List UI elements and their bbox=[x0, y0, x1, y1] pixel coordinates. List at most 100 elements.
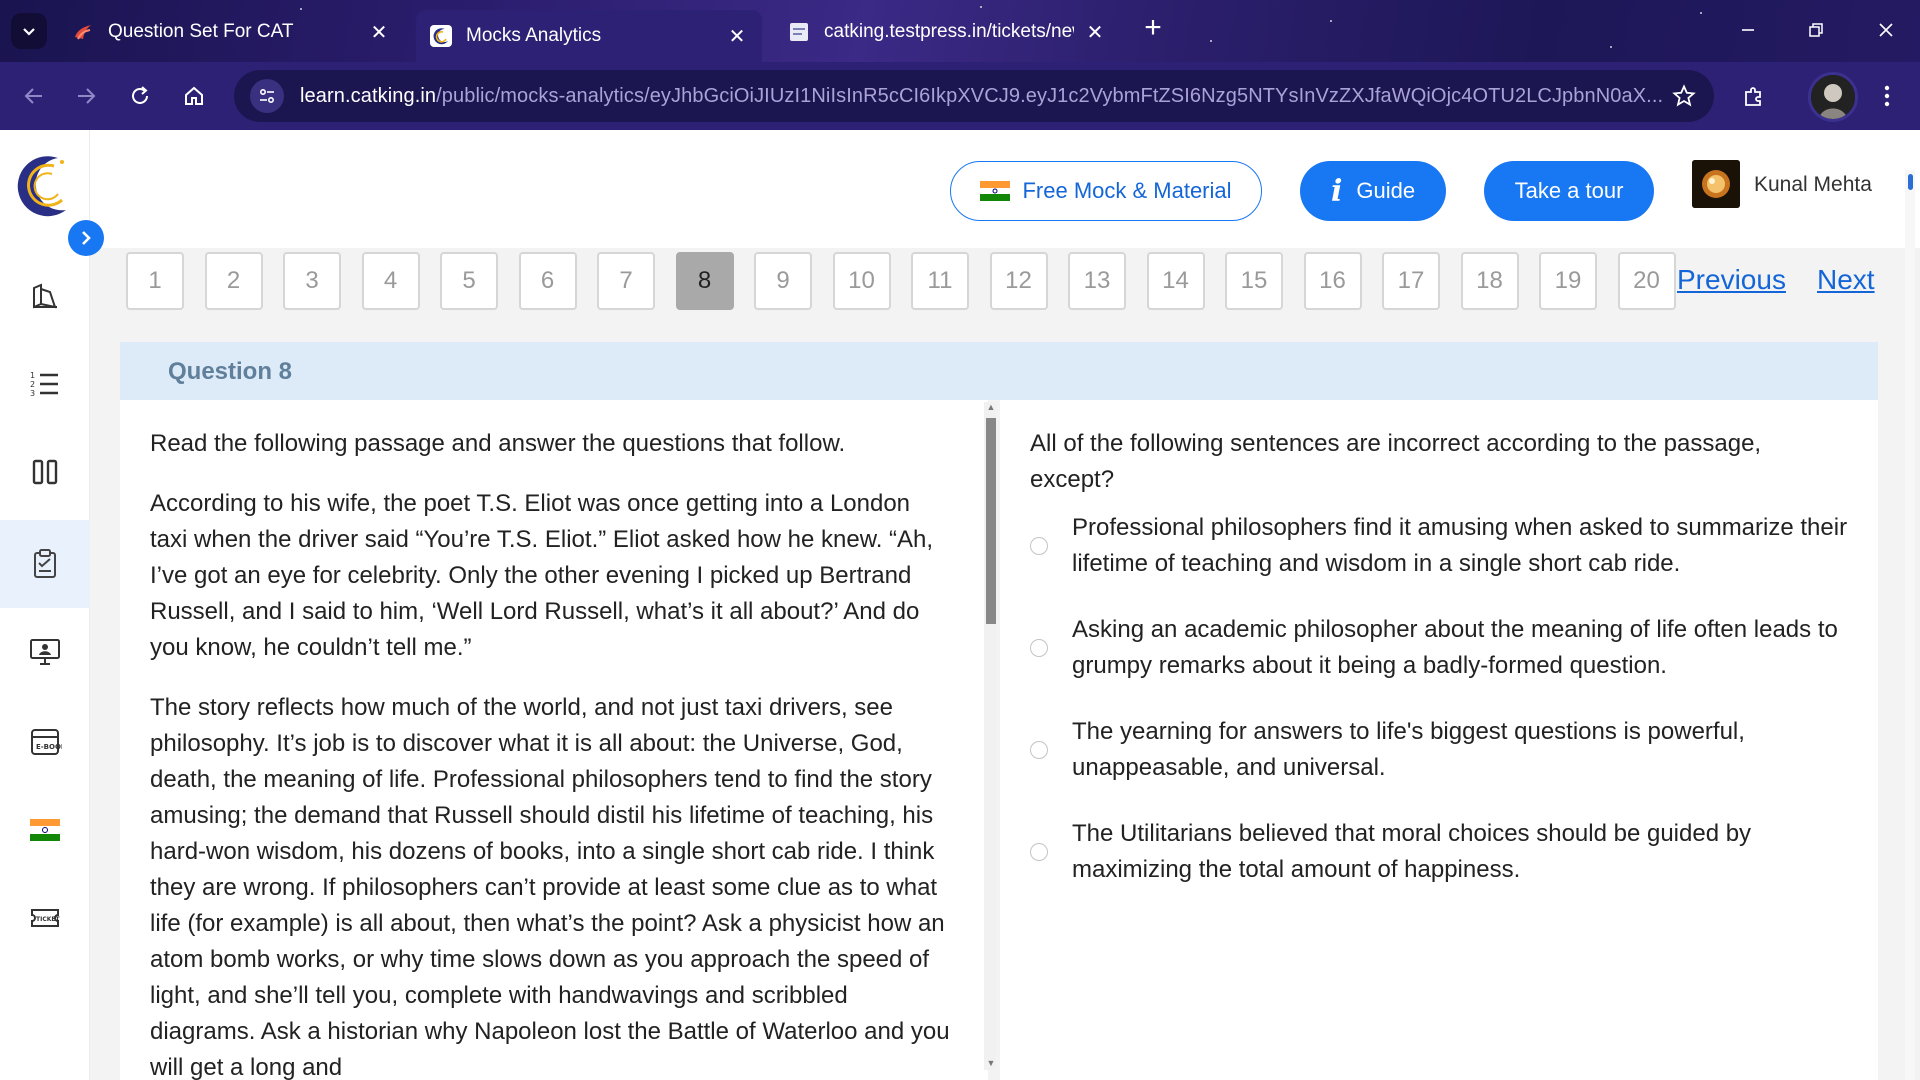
sidebar-item-columns[interactable] bbox=[0, 428, 90, 516]
home-icon bbox=[185, 86, 203, 105]
passage-pane[interactable]: Read the following passage and answer th… bbox=[120, 400, 988, 1080]
tab-title: Question Set For CAT bbox=[108, 21, 294, 42]
question-number-button[interactable]: 16 bbox=[1303, 252, 1362, 310]
sidebar: 123 E-BOOK TICKET bbox=[0, 130, 90, 1080]
restore-button[interactable] bbox=[1794, 10, 1838, 50]
option-text: Asking an academic philosopher about the… bbox=[1072, 616, 1838, 679]
address-bar[interactable]: learn.catking.in/public/mocks-analytics/… bbox=[234, 70, 1714, 122]
radio-button[interactable] bbox=[1030, 741, 1048, 759]
tab-question-set[interactable]: Question Set For CAT ✕ bbox=[58, 10, 404, 54]
home-button[interactable] bbox=[172, 74, 216, 118]
browser-menu-button[interactable] bbox=[1872, 74, 1902, 118]
main-content: Free Mock & Material i Guide Take a tour… bbox=[90, 130, 1920, 1080]
bookmark-star-icon[interactable] bbox=[1662, 74, 1706, 118]
sidebar-item-live-class[interactable] bbox=[0, 608, 90, 696]
question-number-button[interactable]: 17 bbox=[1382, 252, 1440, 310]
question-number-button[interactable]: 12 bbox=[989, 252, 1048, 310]
india-flag-icon bbox=[30, 819, 60, 841]
reload-button[interactable] bbox=[118, 74, 162, 118]
document-icon bbox=[788, 21, 810, 43]
profile-avatar[interactable] bbox=[1808, 72, 1858, 122]
sidebar-item-list[interactable]: 123 bbox=[0, 340, 90, 428]
sidebar-item-ebook[interactable]: E-BOOK bbox=[0, 698, 90, 786]
svg-text:2: 2 bbox=[30, 380, 35, 389]
extensions-button[interactable] bbox=[1732, 74, 1776, 118]
background-star bbox=[1610, 46, 1612, 48]
question-number-button[interactable]: 1 bbox=[126, 252, 184, 310]
question-number-button[interactable]: 15 bbox=[1225, 252, 1283, 310]
cat-logo-icon bbox=[72, 21, 94, 43]
sidebar-item-courses[interactable] bbox=[0, 252, 90, 340]
previous-link[interactable]: Previous bbox=[1677, 264, 1786, 296]
background-star bbox=[1700, 12, 1702, 14]
option-text: The yearning for answers to life's bigge… bbox=[1072, 718, 1745, 781]
option-text: Professional philosophers find it amusin… bbox=[1072, 514, 1848, 577]
radio-button[interactable] bbox=[1030, 639, 1048, 657]
svg-text:E-BOOK: E-BOOK bbox=[36, 743, 62, 751]
tab-mocks-analytics[interactable]: Mocks Analytics ✕ bbox=[416, 10, 762, 62]
question-number-button[interactable]: 2 bbox=[204, 252, 263, 310]
take-tour-button[interactable]: Take a tour bbox=[1484, 161, 1654, 221]
catking-logo[interactable] bbox=[12, 152, 72, 222]
page-scrollbar-thumb[interactable] bbox=[1908, 174, 1913, 190]
sidebar-item-free-mock[interactable] bbox=[0, 786, 90, 874]
kebab-menu-icon bbox=[1884, 85, 1890, 107]
url-text[interactable]: learn.catking.in/public/mocks-analytics/… bbox=[300, 85, 1662, 108]
question-number-button[interactable]: 3 bbox=[283, 252, 341, 310]
answer-option-2[interactable]: Asking an academic philosopher about the… bbox=[1030, 612, 1850, 684]
free-mock-label: Free Mock & Material bbox=[1022, 178, 1232, 203]
question-header: Question 8 bbox=[120, 342, 1878, 400]
radio-button[interactable] bbox=[1030, 537, 1048, 555]
question-number-strip: 1 2 3 4 5 6 7 8 9 10 11 12 13 14 15 16 17 18 19 20 bbox=[126, 252, 1676, 312]
question-number-button[interactable]: 14 bbox=[1146, 252, 1205, 310]
question-number-button[interactable]: 11 bbox=[911, 252, 969, 310]
passage-scrollbar-thumb[interactable] bbox=[986, 418, 996, 624]
question-number-button[interactable]: 10 bbox=[832, 252, 891, 310]
question-number-button[interactable]: 9 bbox=[754, 252, 812, 310]
site-settings-icon[interactable] bbox=[250, 79, 284, 113]
question-number-button[interactable]: 18 bbox=[1460, 252, 1519, 310]
info-icon: i bbox=[1330, 173, 1343, 209]
answer-option-1[interactable]: Professional philosophers find it amusin… bbox=[1030, 510, 1850, 582]
guide-button[interactable]: i Guide bbox=[1300, 161, 1446, 221]
next-link[interactable]: Next bbox=[1817, 264, 1875, 296]
avatar-image bbox=[1692, 160, 1740, 208]
question-number-button[interactable]: 4 bbox=[361, 252, 420, 310]
browser-tabstrip: Question Set For CAT ✕ Mocks Analytics ✕… bbox=[0, 0, 1920, 62]
tab-testpress-tickets[interactable]: catking.testpress.in/tickets/new ✕ bbox=[774, 10, 1120, 54]
close-icon[interactable]: ✕ bbox=[1084, 20, 1106, 45]
browser-toolbar: learn.catking.in/public/mocks-analytics/… bbox=[0, 62, 1920, 130]
sidebar-item-mocks[interactable] bbox=[0, 520, 90, 608]
close-icon[interactable]: ✕ bbox=[726, 24, 748, 49]
chevron-down-icon bbox=[23, 28, 35, 36]
close-icon[interactable]: ✕ bbox=[368, 20, 390, 45]
page-scrollbar[interactable] bbox=[1905, 170, 1915, 1080]
answer-option-4[interactable]: The Utilitarians believed that moral cho… bbox=[1030, 816, 1850, 888]
radio-button[interactable] bbox=[1030, 843, 1048, 861]
columns-icon bbox=[32, 459, 58, 485]
minimize-button[interactable] bbox=[1726, 10, 1770, 50]
question-number-button[interactable]: 13 bbox=[1068, 252, 1126, 310]
arrow-right-icon bbox=[78, 88, 96, 104]
user-avatar[interactable] bbox=[1692, 160, 1740, 208]
scroll-down-icon[interactable]: ▼ bbox=[986, 1058, 996, 1068]
question-number-button[interactable]: 5 bbox=[440, 252, 498, 310]
question-prompt: All of the following sentences are incor… bbox=[1030, 430, 1762, 493]
question-number-button[interactable]: 6 bbox=[518, 252, 577, 310]
close-window-button[interactable] bbox=[1864, 10, 1908, 50]
answer-option-3[interactable]: The yearning for answers to life's bigge… bbox=[1030, 714, 1850, 786]
close-icon bbox=[1879, 23, 1893, 37]
tab-search-button[interactable] bbox=[11, 13, 47, 49]
scroll-up-icon[interactable]: ▲ bbox=[986, 402, 996, 412]
free-mock-button[interactable]: Free Mock & Material bbox=[950, 161, 1262, 221]
question-number-button[interactable]: 8 bbox=[675, 252, 734, 310]
question-number-button[interactable]: 19 bbox=[1539, 252, 1597, 310]
new-tab-button[interactable]: + bbox=[1138, 13, 1168, 44]
forward-button[interactable] bbox=[64, 74, 108, 118]
question-number-button[interactable]: 20 bbox=[1617, 252, 1676, 310]
question-number-button[interactable]: 7 bbox=[597, 252, 655, 310]
sidebar-item-tickets[interactable]: TICKET bbox=[0, 874, 90, 962]
back-button[interactable] bbox=[12, 74, 56, 118]
sidebar-expand-button[interactable] bbox=[68, 220, 104, 256]
question-pane: All of the following sentences are incor… bbox=[1000, 400, 1878, 1080]
